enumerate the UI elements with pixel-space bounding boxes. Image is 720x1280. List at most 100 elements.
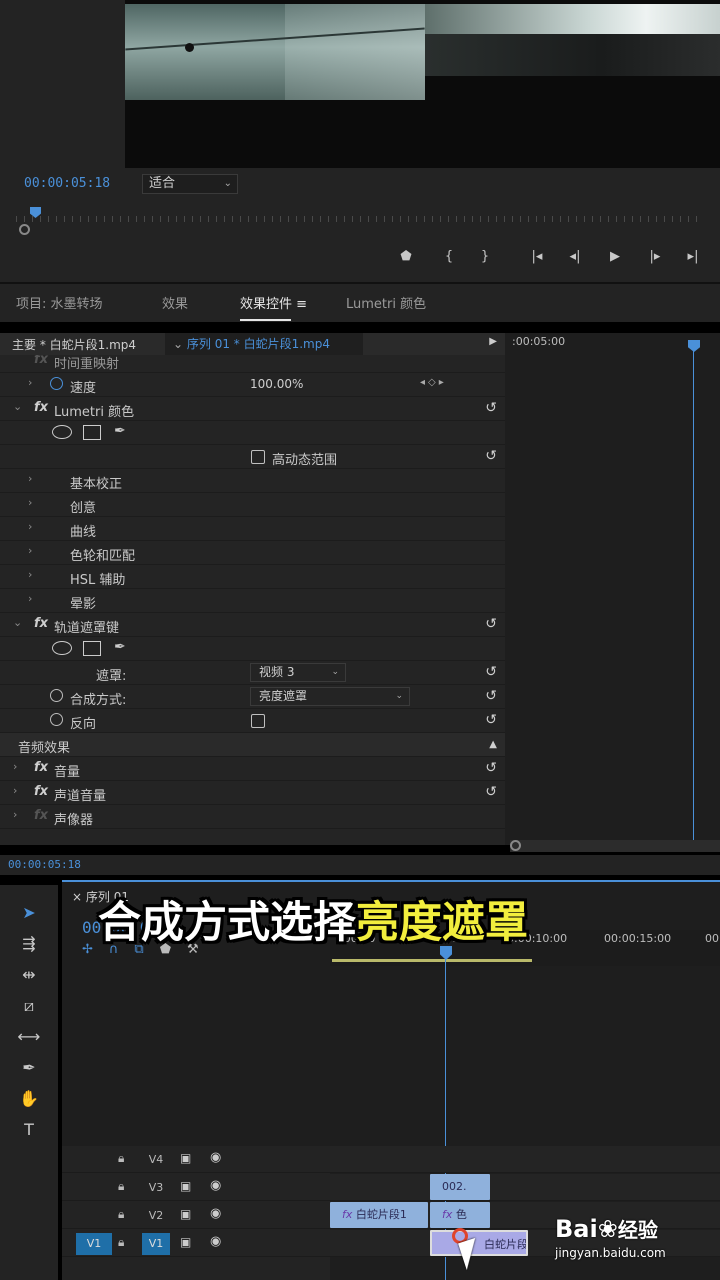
ec-zoom-scrollbar[interactable] (510, 840, 720, 852)
toggle-sync-icon[interactable]: ▣ (180, 1179, 191, 1193)
fx-icon[interactable]: fx (34, 760, 48, 775)
ellipse-mask-icon[interactable] (52, 641, 72, 655)
chevron-right-icon[interactable]: › (28, 592, 32, 605)
fx-icon[interactable]: fx (34, 616, 48, 631)
lock-icon[interactable]: 🔒︎ (118, 1151, 124, 1166)
chevron-down-icon[interactable]: ⌄ (13, 400, 22, 413)
toggle-sync-icon[interactable]: ▣ (180, 1235, 191, 1249)
reset-icon[interactable]: ↺ (485, 664, 497, 680)
toggle-sync-icon[interactable]: ▣ (180, 1151, 191, 1165)
track-lane-v3[interactable] (330, 1174, 720, 1201)
reverse-checkbox[interactable] (251, 714, 265, 728)
tab-project[interactable]: 项目: 水墨转场 (16, 293, 103, 312)
lumetri-section-basic[interactable]: › 基本校正 (0, 469, 505, 493)
play-triangle-icon[interactable]: ▶ (489, 336, 497, 347)
stopwatch-icon[interactable] (50, 689, 63, 702)
source-clip-label[interactable]: 主要 * 白蛇片段1.mp4 (12, 336, 136, 353)
lock-icon[interactable]: 🔒︎ (118, 1179, 124, 1194)
lumetri-section-hsl[interactable]: › HSL 辅助 (0, 565, 505, 589)
ripple-edit-tool-icon[interactable]: ⇹ (16, 963, 42, 987)
stopwatch-icon[interactable] (50, 377, 63, 390)
lock-icon[interactable]: 🔒︎ (118, 1207, 124, 1222)
sequence-clip-tab[interactable]: ⌄ 序列 01 * 白蛇片段1.mp4 (165, 333, 363, 355)
lumetri-section-wheels[interactable]: › 色轮和匹配 (0, 541, 505, 565)
go-to-in-button[interactable]: |◂ (526, 247, 548, 267)
chevron-right-icon[interactable]: › (13, 784, 17, 797)
eye-icon[interactable]: ◉ (210, 1206, 221, 1221)
eye-icon[interactable]: ◉ (210, 1178, 221, 1193)
add-marker-button[interactable]: ⬟ (395, 247, 417, 267)
reset-icon[interactable]: ↺ (485, 760, 497, 776)
tab-effects[interactable]: 效果 (162, 293, 188, 312)
track-name[interactable]: V3 (142, 1180, 170, 1196)
channel-volume-row[interactable]: › fx 声道音量 ↺ (0, 781, 505, 805)
selection-tool-icon[interactable]: ➤ (16, 901, 42, 925)
collapse-icon[interactable]: ▲ (489, 739, 497, 750)
lumetri-section-vignette[interactable]: › 晕影 (0, 589, 505, 613)
reset-icon[interactable]: ↺ (485, 688, 497, 704)
hand-tool-icon[interactable]: ✋ (16, 1087, 42, 1111)
source-patch[interactable]: V1 (76, 1233, 112, 1255)
matte-select[interactable]: 视频 3 ⌄ (250, 663, 346, 682)
mark-out-button[interactable]: } (474, 247, 496, 267)
lock-icon[interactable]: 🔒︎ (118, 1235, 124, 1250)
chevron-right-icon[interactable]: › (28, 544, 32, 557)
track-matte-effect-row[interactable]: ⌄ fx 轨道遮罩键 ↺ (0, 613, 505, 637)
clip-v2-a[interactable]: fx 白蛇片段1 (330, 1202, 428, 1228)
toggle-sync-icon[interactable]: ▣ (180, 1207, 191, 1221)
pen-mask-icon[interactable]: ✒ (114, 639, 126, 655)
clip-v2-b[interactable]: fx 色 (430, 1202, 490, 1228)
ec-footer-timecode[interactable]: 00:00:05:18 (8, 858, 81, 871)
chevron-right-icon[interactable]: › (13, 808, 17, 821)
chevron-right-icon[interactable]: › (13, 760, 17, 773)
keyframe-nav-icon[interactable]: ◂◇▸ (420, 377, 447, 388)
lumetri-effect-row[interactable]: ⌄ fx Lumetri 颜色 ↺ (0, 397, 505, 421)
work-area-bar[interactable] (332, 959, 532, 962)
lumetri-section-creative[interactable]: › 创意 (0, 493, 505, 517)
fx-icon[interactable]: fx (34, 400, 48, 415)
step-back-button[interactable]: ◂| (564, 247, 586, 267)
volume-row[interactable]: › fx 音量 ↺ (0, 757, 505, 781)
pen-tool-icon[interactable]: ✒ (16, 1056, 42, 1080)
speed-row[interactable]: › 速度 100.00% ◂◇▸ (0, 373, 505, 397)
eye-icon[interactable]: ◉ (210, 1234, 221, 1249)
audio-effects-header[interactable]: 音频效果 ▲ (0, 733, 505, 757)
mark-in-button[interactable]: { (438, 247, 460, 267)
play-button[interactable]: ▶ (604, 247, 626, 267)
ellipse-mask-icon[interactable] (52, 425, 72, 439)
fx-icon[interactable]: fx (34, 784, 48, 799)
playhead-timecode[interactable]: 00:00:05:18 (24, 176, 110, 191)
hdr-checkbox[interactable] (251, 450, 265, 464)
zoom-handle[interactable] (510, 840, 521, 851)
track-name[interactable]: V1 (142, 1233, 170, 1255)
go-to-out-button[interactable]: ▸| (682, 247, 704, 267)
track-name[interactable]: V2 (142, 1208, 170, 1224)
tab-lumetri-color[interactable]: Lumetri 颜色 (346, 293, 426, 312)
pen-mask-icon[interactable]: ✒ (114, 423, 126, 439)
rectangle-mask-icon[interactable] (83, 641, 101, 656)
reset-icon[interactable]: ↺ (485, 712, 497, 728)
reset-icon[interactable]: ↺ (485, 448, 497, 464)
effect-controls-timeline[interactable] (505, 333, 720, 845)
monitor-time-ruler[interactable] (16, 210, 704, 222)
step-forward-button[interactable]: |▸ (644, 247, 666, 267)
type-tool-icon[interactable]: T (16, 1118, 42, 1142)
chevron-right-icon[interactable]: › (28, 520, 32, 533)
chevron-right-icon[interactable]: › (28, 496, 32, 509)
time-remap-row[interactable]: fx 时间重映射 (0, 355, 505, 373)
rectangle-mask-icon[interactable] (83, 425, 101, 440)
tab-effect-controls[interactable]: 效果控件 ≡ (240, 293, 307, 321)
composite-select[interactable]: 亮度遮罩 ⌄ (250, 687, 410, 706)
track-lane-v4[interactable] (330, 1146, 720, 1173)
track-select-tool-icon[interactable]: ⇶ (16, 932, 42, 956)
stopwatch-icon[interactable] (50, 713, 63, 726)
razor-tool-icon[interactable]: ⧄ (16, 994, 42, 1018)
clip-v3[interactable]: 002. (430, 1174, 490, 1200)
chevron-right-icon[interactable]: › (28, 376, 32, 389)
track-name[interactable]: V4 (142, 1152, 170, 1168)
reset-icon[interactable]: ↺ (485, 784, 497, 800)
chevron-down-icon[interactable]: ⌄ (13, 616, 22, 629)
panner-row[interactable]: › fx 声像器 (0, 805, 505, 829)
reset-icon[interactable]: ↺ (485, 400, 497, 416)
reset-icon[interactable]: ↺ (485, 616, 497, 632)
